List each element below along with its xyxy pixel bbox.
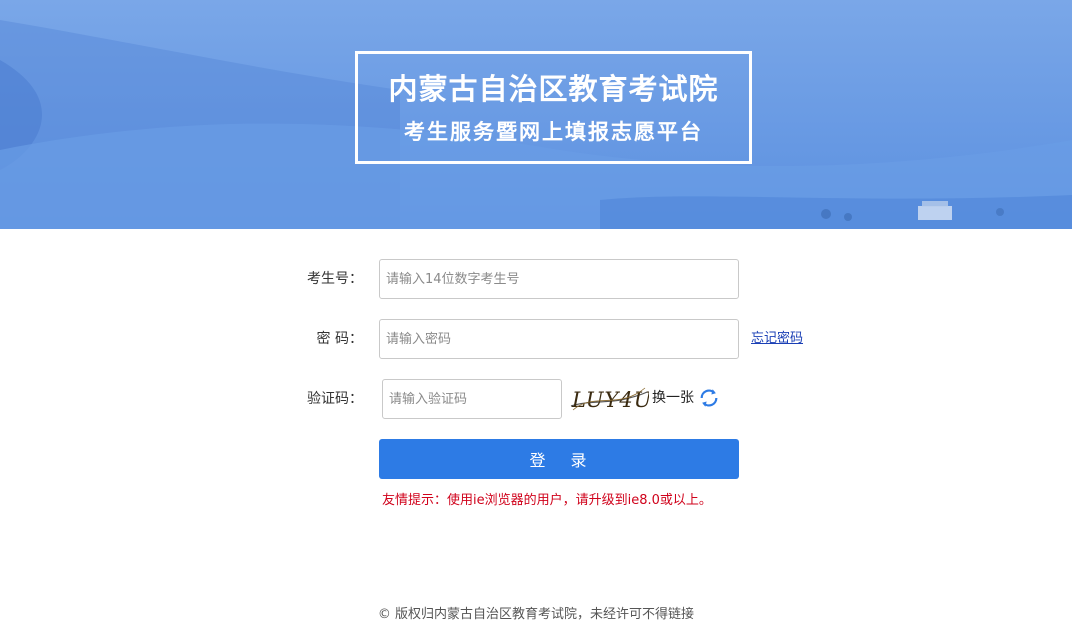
candidate-number-row: 考生号： — [0, 259, 1072, 299]
password-row: 密 码： 忘记密码 — [0, 319, 1072, 359]
login-button[interactable]: 登 录 — [379, 439, 739, 479]
refresh-captcha-link[interactable]: 换一张 — [652, 379, 694, 417]
captcha-input[interactable] — [382, 379, 562, 419]
password-label: 密 码： — [316, 331, 363, 347]
password-input[interactable] — [379, 319, 739, 359]
site-subtitle: 考生服务暨网上填报志愿平台 — [404, 118, 703, 144]
header-banner: 内蒙古自治区教育考试院 考生服务暨网上填报志愿平台 — [0, 0, 1072, 229]
candidate-number-input[interactable] — [379, 259, 739, 299]
captcha-image[interactable]: LUY4UA — [569, 380, 649, 416]
forgot-password-link[interactable]: 忘记密码 — [751, 319, 803, 359]
candidate-number-label: 考生号： — [307, 271, 363, 287]
footer-copyright: © 版权归内蒙古自治区教育考试院，未经许可不得链接 — [377, 607, 695, 622]
site-title: 内蒙古自治区教育考试院 — [388, 71, 719, 106]
captcha-row: 验证码： LUY4UA 换一张 — [0, 379, 1072, 419]
browser-tip: 友情提示：使用ie浏览器的用户，请升级到ie8.0或以上。 — [382, 493, 712, 508]
title-box: 内蒙古自治区教育考试院 考生服务暨网上填报志愿平台 — [355, 51, 752, 164]
refresh-icon[interactable] — [698, 387, 720, 409]
captcha-label: 验证码： — [307, 391, 363, 407]
